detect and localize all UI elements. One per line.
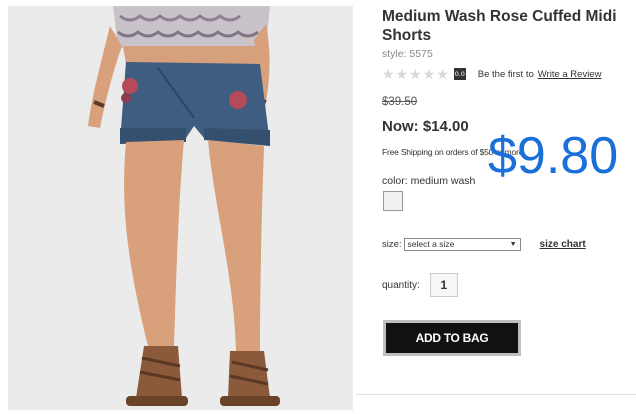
size-row: size: select a size ▼ size chart: [382, 237, 586, 251]
original-price: $39.50: [382, 96, 418, 108]
size-select[interactable]: select a size ▼: [403, 237, 521, 251]
quantity-label: quantity:: [382, 279, 420, 291]
rating-row: ★★★★★ 0.0 Be the first to Write a Review: [382, 66, 601, 82]
color-swatch-medium-wash[interactable]: [383, 191, 403, 211]
write-review-link[interactable]: Write a Review: [538, 69, 602, 80]
sale-price: Now: $14.00: [382, 118, 469, 135]
size-chart-link[interactable]: size chart: [540, 239, 586, 250]
model-photo: [8, 6, 353, 410]
star-rating-icon: ★★★★★: [382, 66, 450, 82]
quantity-input[interactable]: 1: [429, 273, 458, 297]
size-label: size:: [382, 238, 402, 250]
size-select-value: select a size: [407, 238, 455, 249]
product-title: Medium Wash Rose Cuffed Midi Shorts: [382, 8, 617, 44]
first-review-text: Be the first to: [477, 68, 534, 80]
add-to-bag-button[interactable]: ADD TO BAG: [383, 320, 521, 356]
quantity-row: quantity: 1: [382, 273, 458, 297]
divider: [356, 394, 636, 395]
product-image[interactable]: [8, 6, 353, 410]
product-details: Medium Wash Rose Cuffed Midi Shorts styl…: [356, 0, 636, 414]
style-number: style: 5575: [382, 48, 433, 60]
chevron-down-icon: ▼: [509, 240, 517, 248]
rating-score-badge: 0.0: [453, 68, 466, 80]
overlay-price: $9.80: [488, 127, 619, 185]
color-label: color: medium wash: [382, 175, 476, 187]
